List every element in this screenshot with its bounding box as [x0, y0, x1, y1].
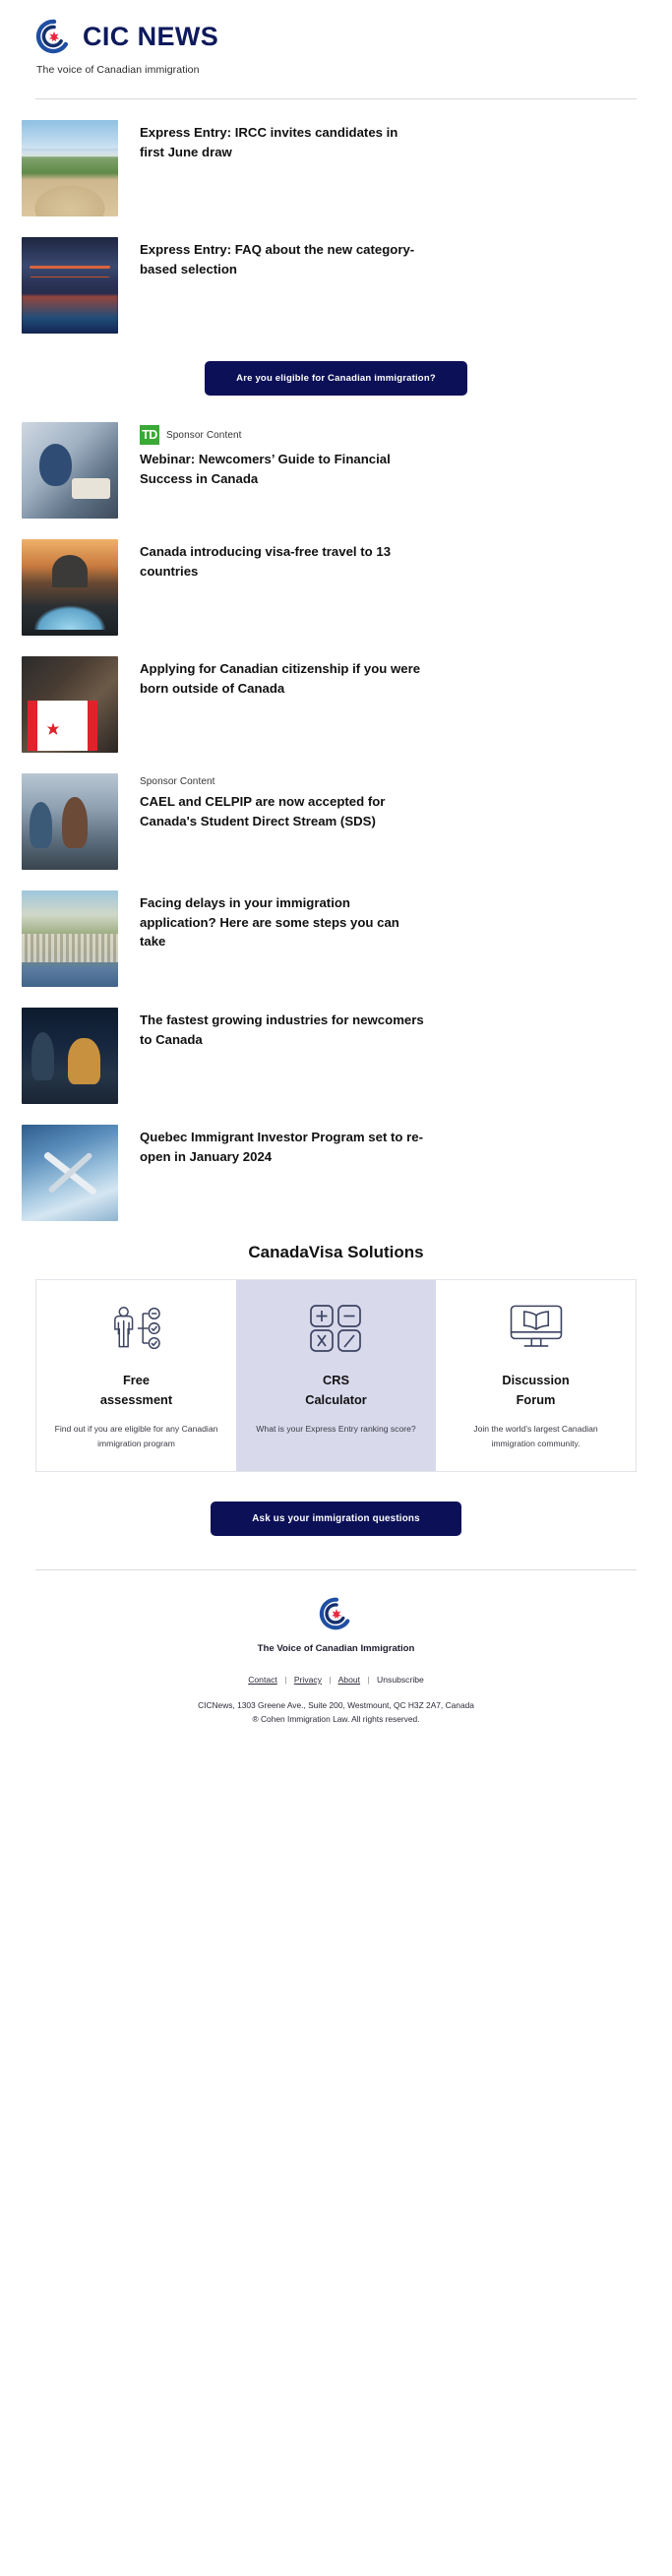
article-title[interactable]: Webinar: Newcomers’ Guide to Financial S… [140, 450, 425, 488]
ask-questions-cta-button[interactable]: Ask us your immigration questions [211, 1501, 461, 1536]
article-item[interactable]: Quebec Immigrant Investor Program set to… [0, 1104, 672, 1221]
article-thumbnail-flag[interactable] [22, 656, 118, 753]
article-title[interactable]: Applying for Canadian citizenship if you… [140, 659, 425, 698]
article-thumbnail-webinar[interactable] [22, 422, 118, 519]
assessment-checklist-icon [46, 1298, 226, 1359]
solution-card-title: Free assessment [99, 1373, 173, 1407]
secondary-cta-container: Ask us your immigration questions [0, 1472, 672, 1562]
brand-row[interactable]: CIC NEWS [0, 18, 672, 55]
footer-link-separator: | [284, 1674, 287, 1685]
header-tagline: The voice of Canadian immigration [36, 64, 200, 76]
footer-link-about[interactable]: About [338, 1675, 360, 1685]
article-title[interactable]: The fastest growing industries for newco… [140, 1011, 425, 1049]
article-thumbnail-bridge[interactable] [22, 237, 118, 334]
footer-links: Contact | Privacy | About | Unsubscribe [0, 1675, 672, 1685]
cic-news-logo-icon [35, 18, 73, 55]
monitor-book-icon [446, 1298, 626, 1359]
primary-cta-container: Are you eligible for Canadian immigratio… [0, 334, 672, 401]
article-item[interactable]: Canada introducing visa-free travel to 1… [0, 519, 672, 636]
calculator-icon [246, 1298, 426, 1359]
article-thumbnail-plane[interactable] [22, 1125, 118, 1221]
email-header: CIC NEWS The voice of Canadian immigrati… [0, 0, 672, 99]
solutions-heading: CanadaVisa Solutions [248, 1243, 424, 1261]
article-item[interactable]: The fastest growing industries for newco… [0, 987, 672, 1104]
article-thumbnail-students[interactable] [22, 773, 118, 870]
solution-card-description: What is your Express Entry ranking score… [256, 1423, 416, 1434]
brand-name: CIC NEWS [83, 21, 219, 51]
article-item-sponsored[interactable]: Sponsor Content CAEL and CELPIP are now … [0, 753, 672, 870]
td-bank-logo-icon: TD [140, 425, 159, 445]
solution-card-description: Join the world’s largest Canadian immigr… [473, 1423, 598, 1448]
article-list-top: Express Entry: IRCC invites candidates i… [0, 99, 672, 334]
footer-link-separator: | [367, 1674, 370, 1685]
footer-address: CICNews, 1303 Greene Ave., Suite 200, We… [198, 1699, 474, 1710]
solution-card-discussion-forum[interactable]: Discussion Forum Join the world’s larges… [436, 1280, 636, 1471]
sponsor-label: Sponsor Content [166, 429, 242, 441]
article-title[interactable]: CAEL and CELPIP are now accepted for Can… [140, 792, 425, 830]
article-thumbnail-fountain[interactable] [22, 539, 118, 636]
email-footer: The Voice of Canadian Immigration Contac… [0, 1570, 672, 1760]
article-item[interactable]: Express Entry: IRCC invites candidates i… [0, 99, 672, 216]
footer-link-unsubscribe[interactable]: Unsubscribe [377, 1675, 424, 1685]
footer-link-privacy[interactable]: Privacy [294, 1675, 322, 1685]
email-newsletter-page: CIC NEWS The voice of Canadian immigrati… [0, 0, 672, 1761]
article-thumbnail-dunes[interactable] [22, 120, 118, 216]
solution-card-crs-calculator[interactable]: CRS Calculator What is your Express Entr… [236, 1280, 436, 1471]
article-item-sponsored[interactable]: TD Sponsor Content Webinar: Newcomers’ G… [0, 401, 672, 519]
canadavisa-solutions-section: CanadaVisa Solutions Free assessment Fin… [0, 1221, 672, 1472]
footer-tagline: The Voice of Canadian Immigration [257, 1642, 415, 1654]
article-item[interactable]: Facing delays in your immigration applic… [0, 870, 672, 987]
eligibility-cta-button[interactable]: Are you eligible for Canadian immigratio… [205, 361, 467, 396]
article-item[interactable]: Applying for Canadian citizenship if you… [0, 636, 672, 753]
solution-card-free-assessment[interactable]: Free assessment Find out if you are elig… [36, 1280, 236, 1471]
solution-card-title: CRS Calculator [305, 1373, 367, 1407]
article-thumbnail-city[interactable] [22, 890, 118, 987]
cic-news-mark-icon [319, 1596, 354, 1631]
article-list-bottom: TD Sponsor Content Webinar: Newcomers’ G… [0, 401, 672, 1221]
article-thumbnail-office[interactable] [22, 1008, 118, 1104]
solution-card-description: Find out if you are eligible for any Can… [54, 1423, 218, 1448]
article-item[interactable]: Express Entry: FAQ about the new categor… [0, 216, 672, 334]
footer-copyright: ® Cohen Immigration Law. All rights rese… [252, 1714, 420, 1725]
article-title[interactable]: Facing delays in your immigration applic… [140, 893, 425, 951]
sponsor-label: Sponsor Content [140, 776, 215, 787]
footer-link-contact[interactable]: Contact [248, 1675, 277, 1685]
solutions-grid: Free assessment Find out if you are elig… [35, 1279, 637, 1472]
footer-link-separator: | [329, 1674, 332, 1685]
solution-card-title: Discussion Forum [502, 1373, 570, 1407]
sponsor-row: TD Sponsor Content [140, 425, 637, 445]
article-title[interactable]: Quebec Immigrant Investor Program set to… [140, 1128, 425, 1166]
sponsor-row: Sponsor Content [140, 776, 637, 787]
article-title[interactable]: Express Entry: IRCC invites candidates i… [140, 123, 425, 161]
article-title[interactable]: Canada introducing visa-free travel to 1… [140, 542, 425, 581]
article-title[interactable]: Express Entry: FAQ about the new categor… [140, 240, 425, 278]
